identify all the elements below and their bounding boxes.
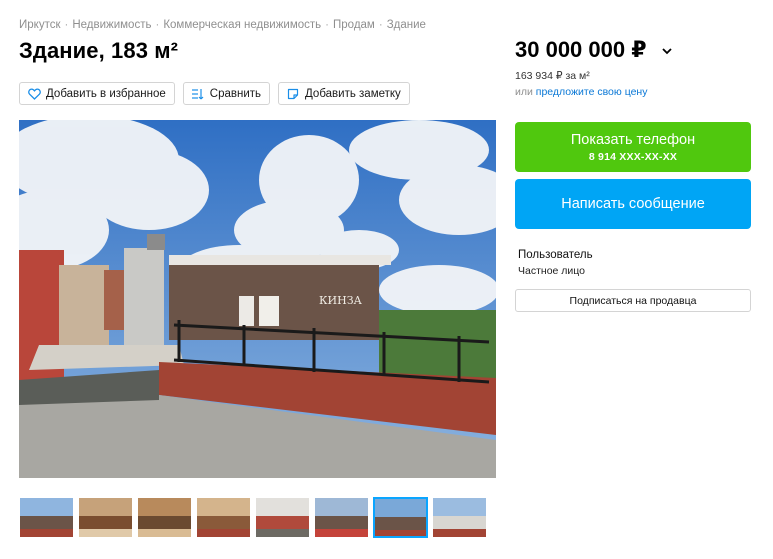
breadcrumb: Иркутск · Недвижимость · Коммерческая недвиж…: [19, 19, 426, 31]
photo-thumbnail[interactable]: [78, 497, 133, 538]
photo-thumbnail[interactable]: [19, 497, 74, 538]
price-block: 30 000 000 ₽: [515, 37, 673, 63]
photo-thumbnail[interactable]: [432, 497, 487, 538]
photo-thumbnail[interactable]: [255, 497, 310, 538]
heart-icon: [27, 87, 41, 101]
show-phone-label: Показать телефон: [570, 132, 696, 148]
add-note-label: Добавить заметку: [305, 87, 401, 100]
breadcrumb-item-realty[interactable]: Недвижимость: [72, 19, 151, 31]
breadcrumb-item-sell[interactable]: Продам: [333, 19, 375, 31]
photo-thumbnail[interactable]: [314, 497, 369, 538]
compare-icon: [191, 87, 205, 101]
phone-masked: 8 914 XXX-XX-XX: [588, 151, 678, 163]
note-icon: [286, 87, 300, 101]
photo-thumbnail[interactable]: [373, 497, 428, 538]
price-per-meter: 163 934 ₽ за м²: [515, 70, 590, 82]
price: 30 000 000 ₽: [515, 37, 647, 62]
main-photo[interactable]: КИНЗА: [19, 120, 496, 478]
add-note-button[interactable]: Добавить заметку: [278, 82, 410, 105]
offer-price-line: или предложите свою цену: [515, 86, 647, 98]
photo-thumbnail[interactable]: [137, 497, 192, 538]
seller-type: Частное лицо: [518, 265, 586, 277]
show-phone-button[interactable]: Показать телефон 8 914 XXX-XX-XX: [515, 122, 751, 172]
breadcrumb-item-building[interactable]: Здание: [387, 19, 426, 31]
photo-thumbnail[interactable]: [196, 497, 251, 538]
write-message-button[interactable]: Написать сообщение: [515, 179, 751, 229]
chevron-down-icon[interactable]: [661, 44, 673, 56]
photo-thumbnails: [19, 497, 487, 538]
seller-name[interactable]: Пользователь: [518, 249, 593, 261]
breadcrumb-separator: ·: [155, 19, 160, 31]
page-title: Здание, 183 м²: [19, 38, 179, 63]
breadcrumb-item-commercial[interactable]: Коммерческая недвижимость: [163, 19, 321, 31]
breadcrumb-separator: ·: [325, 19, 330, 31]
add-to-favorites-button[interactable]: Добавить в избранное: [19, 82, 175, 105]
sign-text: КИНЗА: [319, 294, 363, 307]
breadcrumb-item-city[interactable]: Иркутск: [19, 19, 61, 31]
breadcrumb-separator: ·: [378, 19, 383, 31]
add-to-favorites-label: Добавить в избранное: [46, 87, 166, 100]
compare-label: Сравнить: [209, 87, 262, 100]
offer-price-link[interactable]: предложите свою цену: [536, 86, 648, 98]
subscribe-seller-button[interactable]: Подписаться на продавца: [515, 289, 751, 312]
breadcrumb-separator: ·: [64, 19, 69, 31]
offer-prefix: или: [515, 86, 533, 98]
building-photo-illustration: КИНЗА: [19, 120, 496, 478]
compare-button[interactable]: Сравнить: [182, 82, 271, 105]
listing-actions: Добавить в избранное Сравнить Добавить з…: [19, 82, 410, 105]
